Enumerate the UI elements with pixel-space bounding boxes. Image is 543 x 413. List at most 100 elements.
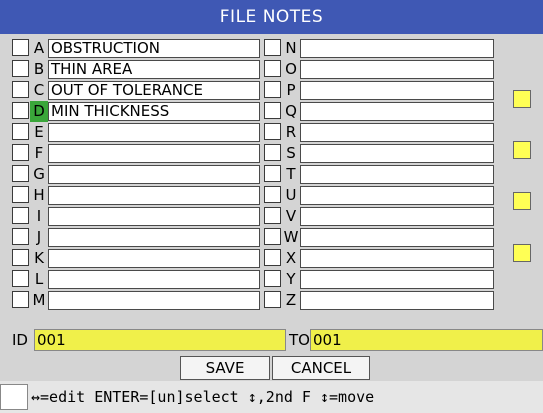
note-row-i[interactable]: I (12, 206, 260, 227)
note-checkbox[interactable] (264, 39, 281, 56)
note-row-e[interactable]: E (12, 122, 260, 143)
note-text-field[interactable] (300, 270, 494, 289)
note-row-m[interactable]: M (12, 290, 260, 311)
note-checkbox[interactable] (12, 207, 29, 224)
note-checkbox[interactable] (264, 165, 281, 182)
screen-title: FILE NOTES (0, 0, 543, 34)
note-checkbox[interactable] (264, 291, 281, 308)
note-row-w[interactable]: W (264, 227, 504, 248)
id-label: ID (12, 331, 28, 349)
note-checkbox[interactable] (264, 60, 281, 77)
note-letter: J (36, 228, 42, 246)
note-letter: H (33, 186, 45, 204)
note-text-field[interactable] (300, 144, 494, 163)
note-letter: A (33, 39, 45, 57)
note-checkbox[interactable] (12, 123, 29, 140)
note-checkbox[interactable] (264, 102, 281, 119)
indicator-box (513, 244, 531, 262)
note-row-j[interactable]: J (12, 227, 260, 248)
note-checkbox[interactable] (264, 270, 281, 287)
note-letter: F (34, 144, 44, 162)
note-text-field[interactable]: MIN THICKNESS (48, 102, 260, 121)
note-row-n[interactable]: N (264, 38, 504, 59)
note-text-field[interactable] (48, 270, 260, 289)
note-checkbox[interactable] (12, 270, 29, 287)
note-text-field[interactable] (48, 165, 260, 184)
note-text-field[interactable] (48, 144, 260, 163)
note-text-field[interactable] (300, 207, 494, 226)
note-text-field[interactable]: OBSTRUCTION (48, 39, 260, 58)
note-row-k[interactable]: K (12, 248, 260, 269)
note-text-field[interactable]: OUT OF TOLERANCE (48, 81, 260, 100)
note-text-field[interactable] (48, 228, 260, 247)
note-text-field[interactable] (48, 249, 260, 268)
note-row-c[interactable]: C OUT OF TOLERANCE (12, 80, 260, 101)
file-notes-screen: FILE NOTES A OBSTRUCTION B THIN AREA C OUT OF… (0, 0, 543, 413)
note-checkbox[interactable] (12, 39, 29, 56)
note-row-b[interactable]: B THIN AREA (12, 59, 260, 80)
note-text-field[interactable] (300, 165, 494, 184)
cancel-button[interactable]: CANCEL (272, 356, 370, 380)
note-letter: P (286, 81, 296, 99)
note-checkbox[interactable] (12, 249, 29, 266)
note-row-r[interactable]: R (264, 122, 504, 143)
note-row-x[interactable]: X (264, 248, 504, 269)
note-text-field[interactable] (300, 60, 494, 79)
note-row-l[interactable]: L (12, 269, 260, 290)
note-text-field[interactable] (300, 123, 494, 142)
note-checkbox[interactable] (12, 144, 29, 161)
note-row-o[interactable]: O (264, 59, 504, 80)
start-id-field[interactable]: 001 (34, 329, 286, 351)
note-text-field[interactable] (300, 291, 494, 310)
note-checkbox[interactable] (12, 186, 29, 203)
note-row-a[interactable]: A OBSTRUCTION (12, 38, 260, 59)
note-row-v[interactable]: V (264, 206, 504, 227)
note-checkbox[interactable] (264, 249, 281, 266)
note-row-z[interactable]: Z (264, 290, 504, 311)
note-text-field[interactable] (48, 123, 260, 142)
note-text-field[interactable] (300, 228, 494, 247)
note-row-t[interactable]: T (264, 164, 504, 185)
note-row-s[interactable]: S (264, 143, 504, 164)
note-checkbox[interactable] (12, 60, 29, 77)
note-letter: B (33, 60, 45, 78)
note-checkbox[interactable] (264, 123, 281, 140)
note-row-g[interactable]: G (12, 164, 260, 185)
note-text-field[interactable] (48, 291, 260, 310)
note-checkbox[interactable] (12, 291, 29, 308)
note-letter: M (32, 291, 46, 309)
note-checkbox[interactable] (12, 102, 29, 119)
help-text: ↔=edit ENTER=[un]select ↕,2nd F ↕=move (31, 388, 375, 406)
note-row-u[interactable]: U (264, 185, 504, 206)
note-text-field[interactable]: THIN AREA (48, 60, 260, 79)
note-checkbox[interactable] (264, 81, 281, 98)
note-checkbox[interactable] (264, 228, 281, 245)
note-row-q[interactable]: Q (264, 101, 504, 122)
note-row-y[interactable]: Y (264, 269, 504, 290)
save-button[interactable]: SAVE (180, 356, 270, 380)
note-text-field[interactable] (48, 207, 260, 226)
note-letter: E (34, 123, 44, 141)
note-text-field[interactable] (300, 102, 494, 121)
note-checkbox[interactable] (264, 144, 281, 161)
note-checkbox[interactable] (12, 165, 29, 182)
note-text-field[interactable] (300, 39, 494, 58)
note-letter: G (33, 165, 45, 183)
note-letter: L (34, 270, 44, 288)
indicator-box (513, 192, 531, 210)
note-row-d[interactable]: D MIN THICKNESS (12, 101, 260, 122)
note-row-f[interactable]: F (12, 143, 260, 164)
note-text-field[interactable] (48, 186, 260, 205)
note-text-field[interactable] (300, 186, 494, 205)
note-text-field[interactable] (300, 249, 494, 268)
notes-panel: A OBSTRUCTION B THIN AREA C OUT OF TOLERANCE D… (0, 34, 543, 381)
end-id-field[interactable]: 001 (310, 329, 543, 351)
note-letter: Q (285, 102, 297, 120)
note-checkbox[interactable] (264, 186, 281, 203)
note-row-h[interactable]: H (12, 185, 260, 206)
note-checkbox[interactable] (12, 81, 29, 98)
note-row-p[interactable]: P (264, 80, 504, 101)
note-checkbox[interactable] (264, 207, 281, 224)
note-text-field[interactable] (300, 81, 494, 100)
note-checkbox[interactable] (12, 228, 29, 245)
